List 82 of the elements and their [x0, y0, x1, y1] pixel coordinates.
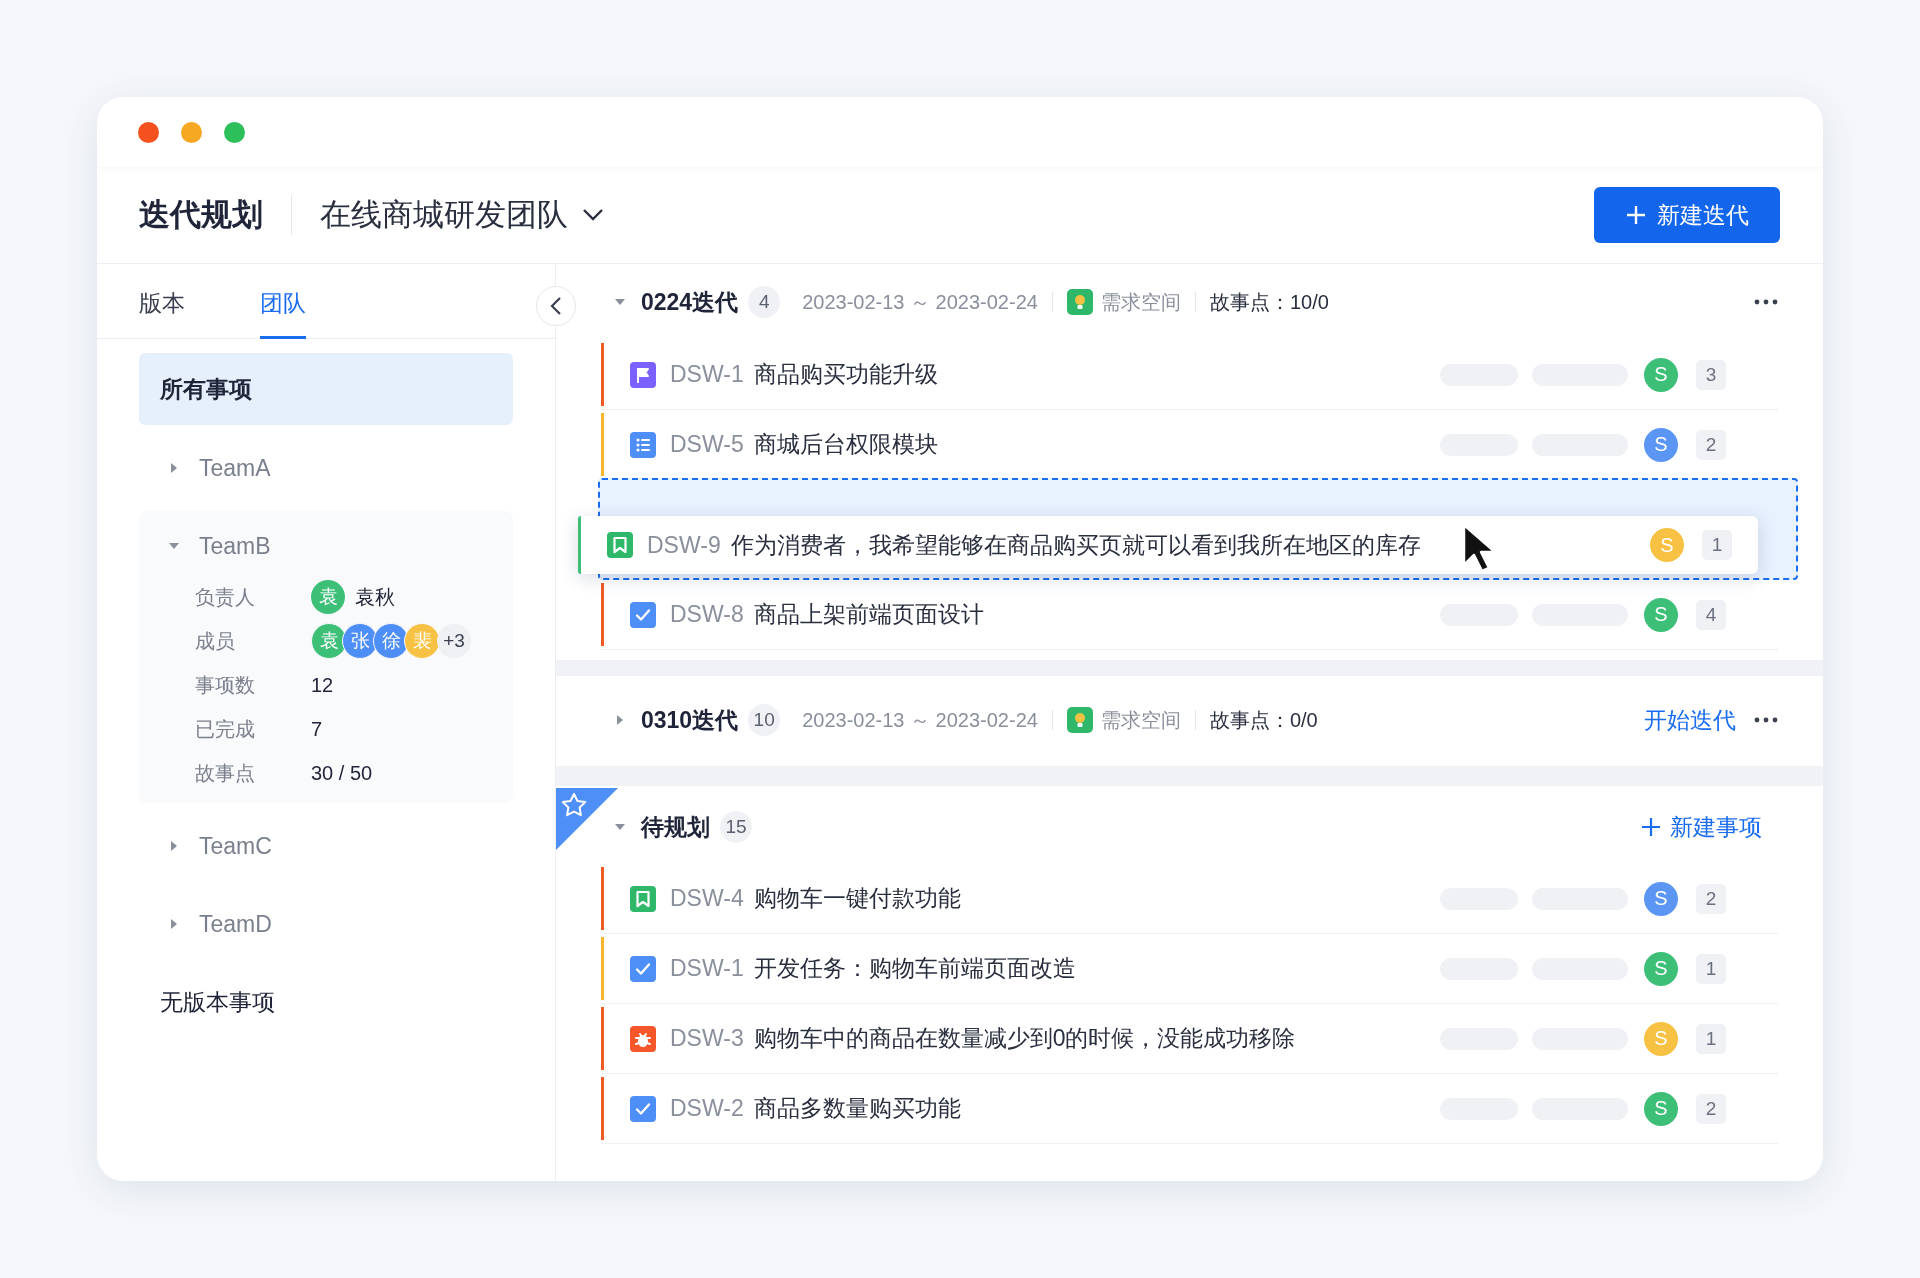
start-iteration-link[interactable]: 开始迭代	[1644, 704, 1736, 736]
count-badge: 15	[720, 811, 752, 843]
user-avatar: 徐	[373, 623, 409, 659]
chevron-down-icon	[582, 208, 604, 222]
issue-title[interactable]: 商品上架前端页面设计	[753, 599, 984, 630]
issue-id: DSW-1	[670, 361, 744, 388]
page-title: 迭代规划	[139, 196, 263, 234]
more-members-badge[interactable]: +3	[437, 624, 471, 658]
story-points-summary: 故事点：10/0	[1209, 289, 1329, 315]
dragged-issue-card[interactable]: DSW-9 作为消费者，我希望能够在商品购买页就可以看到我所在地区的库存 S 1	[578, 516, 1758, 574]
date-range: 2023-02-13 ～ 2023-02-24	[802, 289, 1038, 315]
issue-id: DSW-9	[647, 531, 721, 559]
team-dropdown[interactable]: 在线商城研发团队	[320, 194, 604, 236]
issue-row[interactable]: DSW-3 购物车中的商品在数量减少到0的时候，没能成功移除 S 1	[601, 1004, 1778, 1074]
issue-title[interactable]: 作为消费者，我希望能够在商品购买页就可以看到我所在地区的库存	[730, 529, 1421, 561]
issue-title[interactable]: 购物车一键付款功能	[753, 883, 961, 914]
story-points-badge: 2	[1696, 1093, 1726, 1124]
issue-id: DSW-3	[670, 1025, 744, 1052]
maximize-dot[interactable]	[224, 121, 245, 143]
field-label: 负责人	[195, 584, 256, 610]
user-avatar: 袁	[311, 580, 345, 614]
story-points-badge: 2	[1696, 883, 1726, 914]
more-icon[interactable]	[1754, 717, 1778, 723]
iteration-name: 0224迭代	[641, 287, 739, 317]
story-points-badge: 2	[1696, 429, 1726, 460]
issue-id: DSW-5	[670, 431, 744, 458]
date-range: 2023-02-13 ～ 2023-02-24	[802, 707, 1038, 733]
sidebar-tab[interactable]: 团队	[260, 265, 306, 339]
count-badge: 4	[748, 286, 781, 318]
owner-name: 袁秋	[355, 584, 395, 610]
field-label: 已完成	[195, 716, 256, 742]
issue-row[interactable]: DSW-1 商品购买功能升级 S 3	[601, 340, 1778, 410]
issue-id: DSW-2	[670, 1095, 744, 1122]
sidebar-item[interactable]: 无版本事项	[139, 967, 296, 1037]
story-points-badge: 1	[1696, 1023, 1726, 1054]
team-item[interactable]: TeamB	[199, 532, 271, 560]
field-value: 30 / 50	[311, 761, 373, 785]
field-label: 成员	[195, 628, 236, 654]
issue-id: DSW-1	[670, 955, 744, 982]
issue-title[interactable]: 购物车中的商品在数量减少到0的时候，没能成功移除	[753, 1023, 1296, 1054]
story-points-badge: 1	[1696, 953, 1726, 984]
count-badge: 10	[748, 704, 781, 736]
story-points-badge: 4	[1696, 599, 1726, 630]
new-item-button[interactable]: 新建事项	[1640, 811, 1762, 843]
issue-title[interactable]: 商城后台权限模块	[753, 429, 938, 460]
backlog-title: 待规划	[641, 812, 710, 842]
team-item[interactable]: TeamD	[199, 910, 272, 938]
issue-row[interactable]: DSW-8 商品上架前端页面设计 S 4	[601, 580, 1778, 650]
team-item[interactable]: TeamA	[199, 454, 271, 482]
issue-title[interactable]: 商品多数量购买功能	[753, 1093, 961, 1124]
plus-icon	[1640, 816, 1662, 838]
field-value: 7	[311, 717, 323, 741]
star-corner-icon[interactable]	[556, 788, 618, 850]
sidebar-tab[interactable]: 版本	[139, 265, 185, 339]
issue-row[interactable]: DSW-2 商品多数量购买功能 S 2	[601, 1074, 1778, 1144]
lightbulb-icon	[1066, 289, 1093, 315]
chevron-left-icon	[550, 296, 562, 316]
story-points-summary: 故事点：0/0	[1209, 707, 1318, 733]
field-label: 事项数	[195, 672, 256, 698]
issue-id: DSW-8	[670, 601, 744, 628]
team-item[interactable]: TeamC	[199, 832, 272, 860]
close-dot[interactable]	[138, 121, 159, 143]
issue-row[interactable]: DSW-1 开发任务：购物车前端页面改造 S 1	[601, 934, 1778, 1004]
field-label: 故事点	[195, 760, 256, 786]
lightbulb-icon	[1066, 707, 1093, 733]
minimize-dot[interactable]	[181, 121, 202, 143]
sidebar-item[interactable]: 所有事项	[139, 353, 513, 425]
new-iteration-button[interactable]: 新建迭代	[1594, 187, 1780, 243]
iteration-name: 0310迭代	[641, 705, 739, 735]
user-avatar: 张	[342, 623, 378, 659]
story-points-badge: 3	[1696, 359, 1726, 390]
issue-row[interactable]: DSW-4 购物车一键付款功能 S 2	[601, 864, 1778, 934]
more-icon[interactable]	[1754, 299, 1778, 305]
issue-id: DSW-4	[670, 885, 744, 912]
user-avatar: 袁	[311, 623, 347, 659]
issue-title[interactable]: 商品购买功能升级	[753, 359, 938, 390]
user-avatar: 裴	[404, 623, 440, 659]
issue-title[interactable]: 开发任务：购物车前端页面改造	[753, 953, 1076, 984]
story-points-badge: 1	[1702, 530, 1732, 560]
field-value: 12	[311, 673, 334, 697]
plus-icon	[1625, 204, 1647, 226]
collapse-button[interactable]	[536, 286, 576, 326]
